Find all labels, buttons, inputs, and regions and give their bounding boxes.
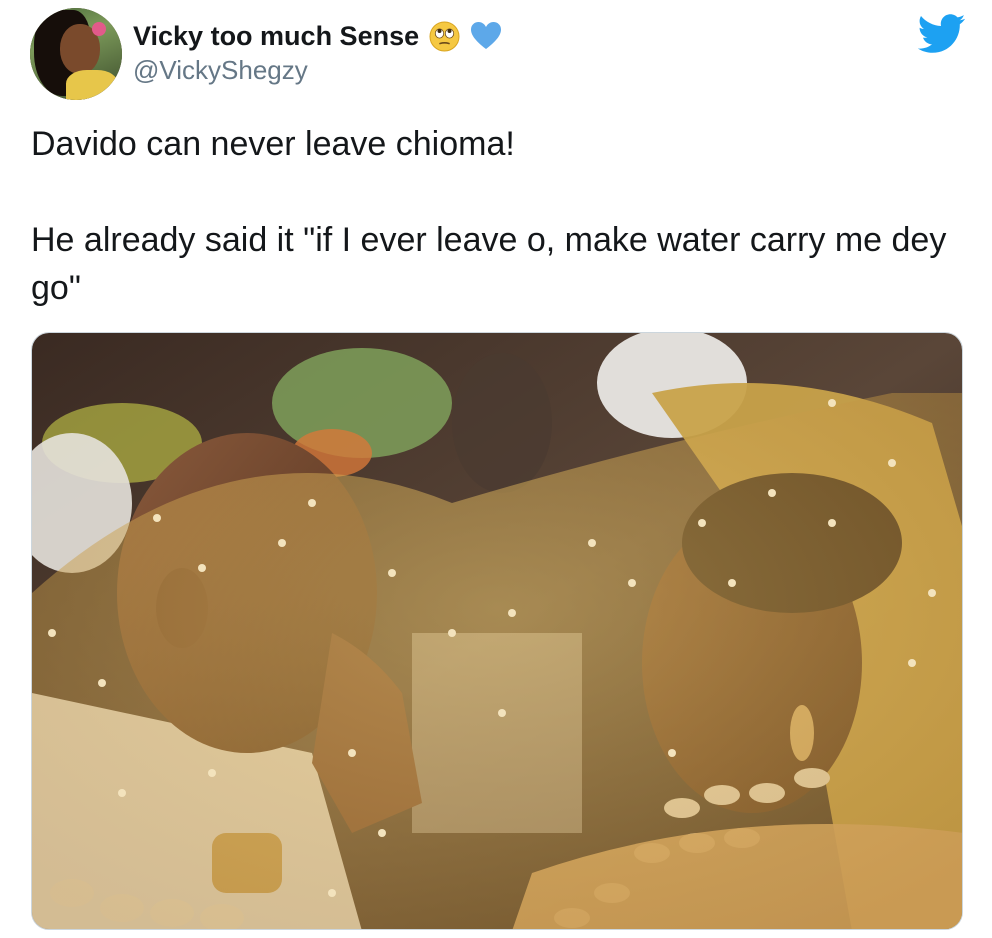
author-display-name[interactable]: Vicky too much Sense <box>133 21 419 52</box>
tweet-text: Davido can never leave chioma! He alread… <box>31 120 951 312</box>
tweet-text-line-1: Davido can never leave chioma! <box>31 125 515 163</box>
author-handle[interactable]: @VickyShegzy <box>133 55 308 86</box>
face-with-rolling-eyes-icon <box>429 21 460 52</box>
author-name-row: Vicky too much Sense <box>133 18 502 54</box>
twitter-bird-icon[interactable] <box>917 14 966 54</box>
user-avatar[interactable] <box>30 8 122 100</box>
tweet-text-line-2: He already said it "if I ever leave o, m… <box>31 221 947 307</box>
wedding-photo <box>32 333 962 929</box>
tweet-media-photo[interactable] <box>31 332 963 930</box>
blue-heart-icon <box>470 21 502 51</box>
tweet-card: Vicky too much Sense @VickyShegzy Davido… <box>0 0 992 938</box>
